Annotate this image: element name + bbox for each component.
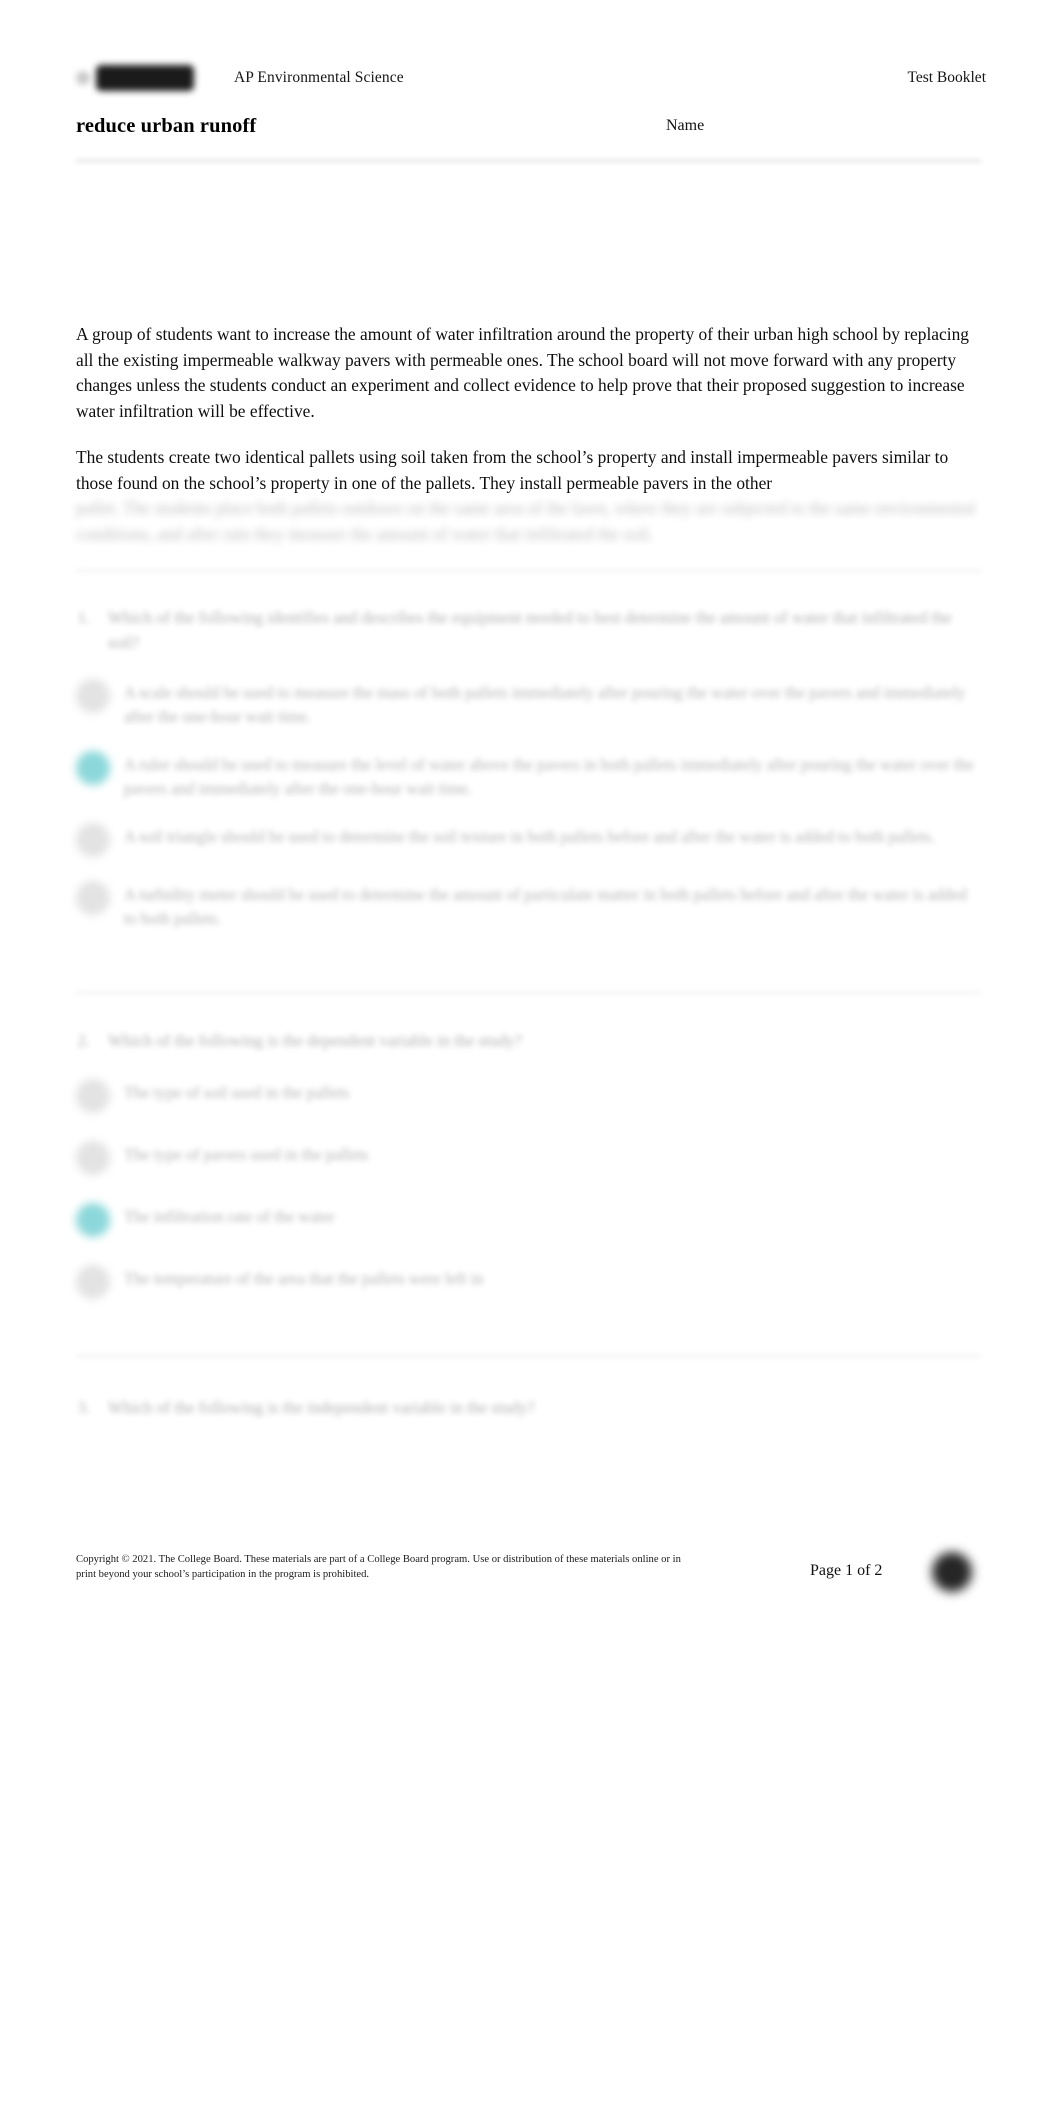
- question-2-choice-a-text: The type of soil used in the pallets: [124, 1083, 350, 1102]
- question-1-text: Which of the following identifies and de…: [108, 608, 952, 652]
- question-1-choice-b[interactable]: A ruler should be used to measure the le…: [76, 751, 976, 801]
- question-2-choice-a[interactable]: The type of soil used in the pallets: [76, 1079, 976, 1113]
- question-1-choice-d-text: A turbidity meter should be used to dete…: [124, 885, 967, 928]
- question-1: 1. Which of the following identifies and…: [76, 605, 976, 931]
- header-divider: [76, 160, 981, 162]
- radio-button-icon[interactable]: [76, 881, 110, 915]
- question-2: 2. Which of the following is the depende…: [76, 1028, 976, 1299]
- question-3-text: Which of the following is the independen…: [108, 1398, 535, 1417]
- radio-button-selected-icon[interactable]: [76, 751, 110, 785]
- question-1-choice-a-text: A scale should be used to measure the ma…: [124, 683, 966, 726]
- radio-button-icon[interactable]: [76, 1265, 110, 1299]
- question-2-choice-c-text: The infiltration rate of the water: [124, 1207, 335, 1226]
- logo-wordmark-redacted: [96, 65, 194, 91]
- stem-paragraph-2-visible: The students create two identical pallet…: [76, 447, 949, 493]
- page-title: reduce urban runoff: [76, 115, 257, 137]
- question-2-choice-d-text: The temperature of the area that the pal…: [124, 1269, 484, 1288]
- question-1-choice-c[interactable]: A soil triangle should be used to determ…: [76, 823, 976, 857]
- question-1-choice-c-text: A soil triangle should be used to determ…: [124, 827, 936, 846]
- question-1-divider: [76, 992, 981, 994]
- question-2-choice-c[interactable]: The infiltration rate of the water: [76, 1203, 976, 1237]
- footer-copyright: Copyright © 2021. The College Board. The…: [76, 1554, 681, 1580]
- radio-button-icon[interactable]: [76, 1141, 110, 1175]
- page-header: AP Environmental Science Test Booklet: [76, 58, 986, 98]
- college-board-logo: [76, 63, 226, 93]
- question-1-number: 1.: [77, 608, 90, 627]
- stem-paragraph-1: A group of students want to increase the…: [76, 324, 969, 421]
- logo-acorn-icon: [76, 71, 90, 85]
- question-3: 3. Which of the following is the indepen…: [76, 1395, 976, 1420]
- question-2-choice-b-text: The type of pavers used in the pallets: [124, 1145, 369, 1164]
- question-2-text: Which of the following is the dependent …: [108, 1031, 522, 1050]
- radio-button-selected-icon[interactable]: [76, 1203, 110, 1237]
- stem-paragraph-2-obscured: pallet. The students place both pallets …: [76, 498, 976, 544]
- question-2-stem: 2. Which of the following is the depende…: [76, 1028, 976, 1053]
- stem-divider: [76, 570, 981, 572]
- question-2-divider: [76, 1355, 981, 1357]
- question-1-choice-b-text: A ruler should be used to measure the le…: [124, 755, 974, 798]
- question-1-choice-a[interactable]: A scale should be used to measure the ma…: [76, 679, 976, 729]
- header-subject-label: AP Environmental Science: [234, 69, 404, 86]
- radio-button-icon[interactable]: [76, 1079, 110, 1113]
- header-booklet-label: Test Booklet: [907, 69, 986, 86]
- name-field-label: Name: [666, 117, 705, 134]
- question-1-choice-d[interactable]: A turbidity meter should be used to dete…: [76, 881, 976, 931]
- question-2-choice-d[interactable]: The temperature of the area that the pal…: [76, 1265, 976, 1299]
- question-2-number: 2.: [77, 1031, 90, 1050]
- stem-paragraph-2: The students create two identical pallet…: [76, 445, 976, 547]
- footer-page-number: Page 1 of 2: [810, 1562, 883, 1579]
- question-2-choice-b[interactable]: The type of pavers used in the pallets: [76, 1141, 976, 1175]
- question-3-number: 3.: [77, 1398, 90, 1417]
- page-corner-mark-icon: [932, 1552, 972, 1592]
- radio-button-icon[interactable]: [76, 679, 110, 713]
- test-booklet-page: AP Environmental Science Test Booklet re…: [0, 0, 1062, 2116]
- radio-button-icon[interactable]: [76, 823, 110, 857]
- question-1-stem: 1. Which of the following identifies and…: [76, 605, 976, 655]
- title-row: reduce urban runoff Name: [76, 115, 986, 138]
- question-3-stem: 3. Which of the following is the indepen…: [76, 1395, 976, 1420]
